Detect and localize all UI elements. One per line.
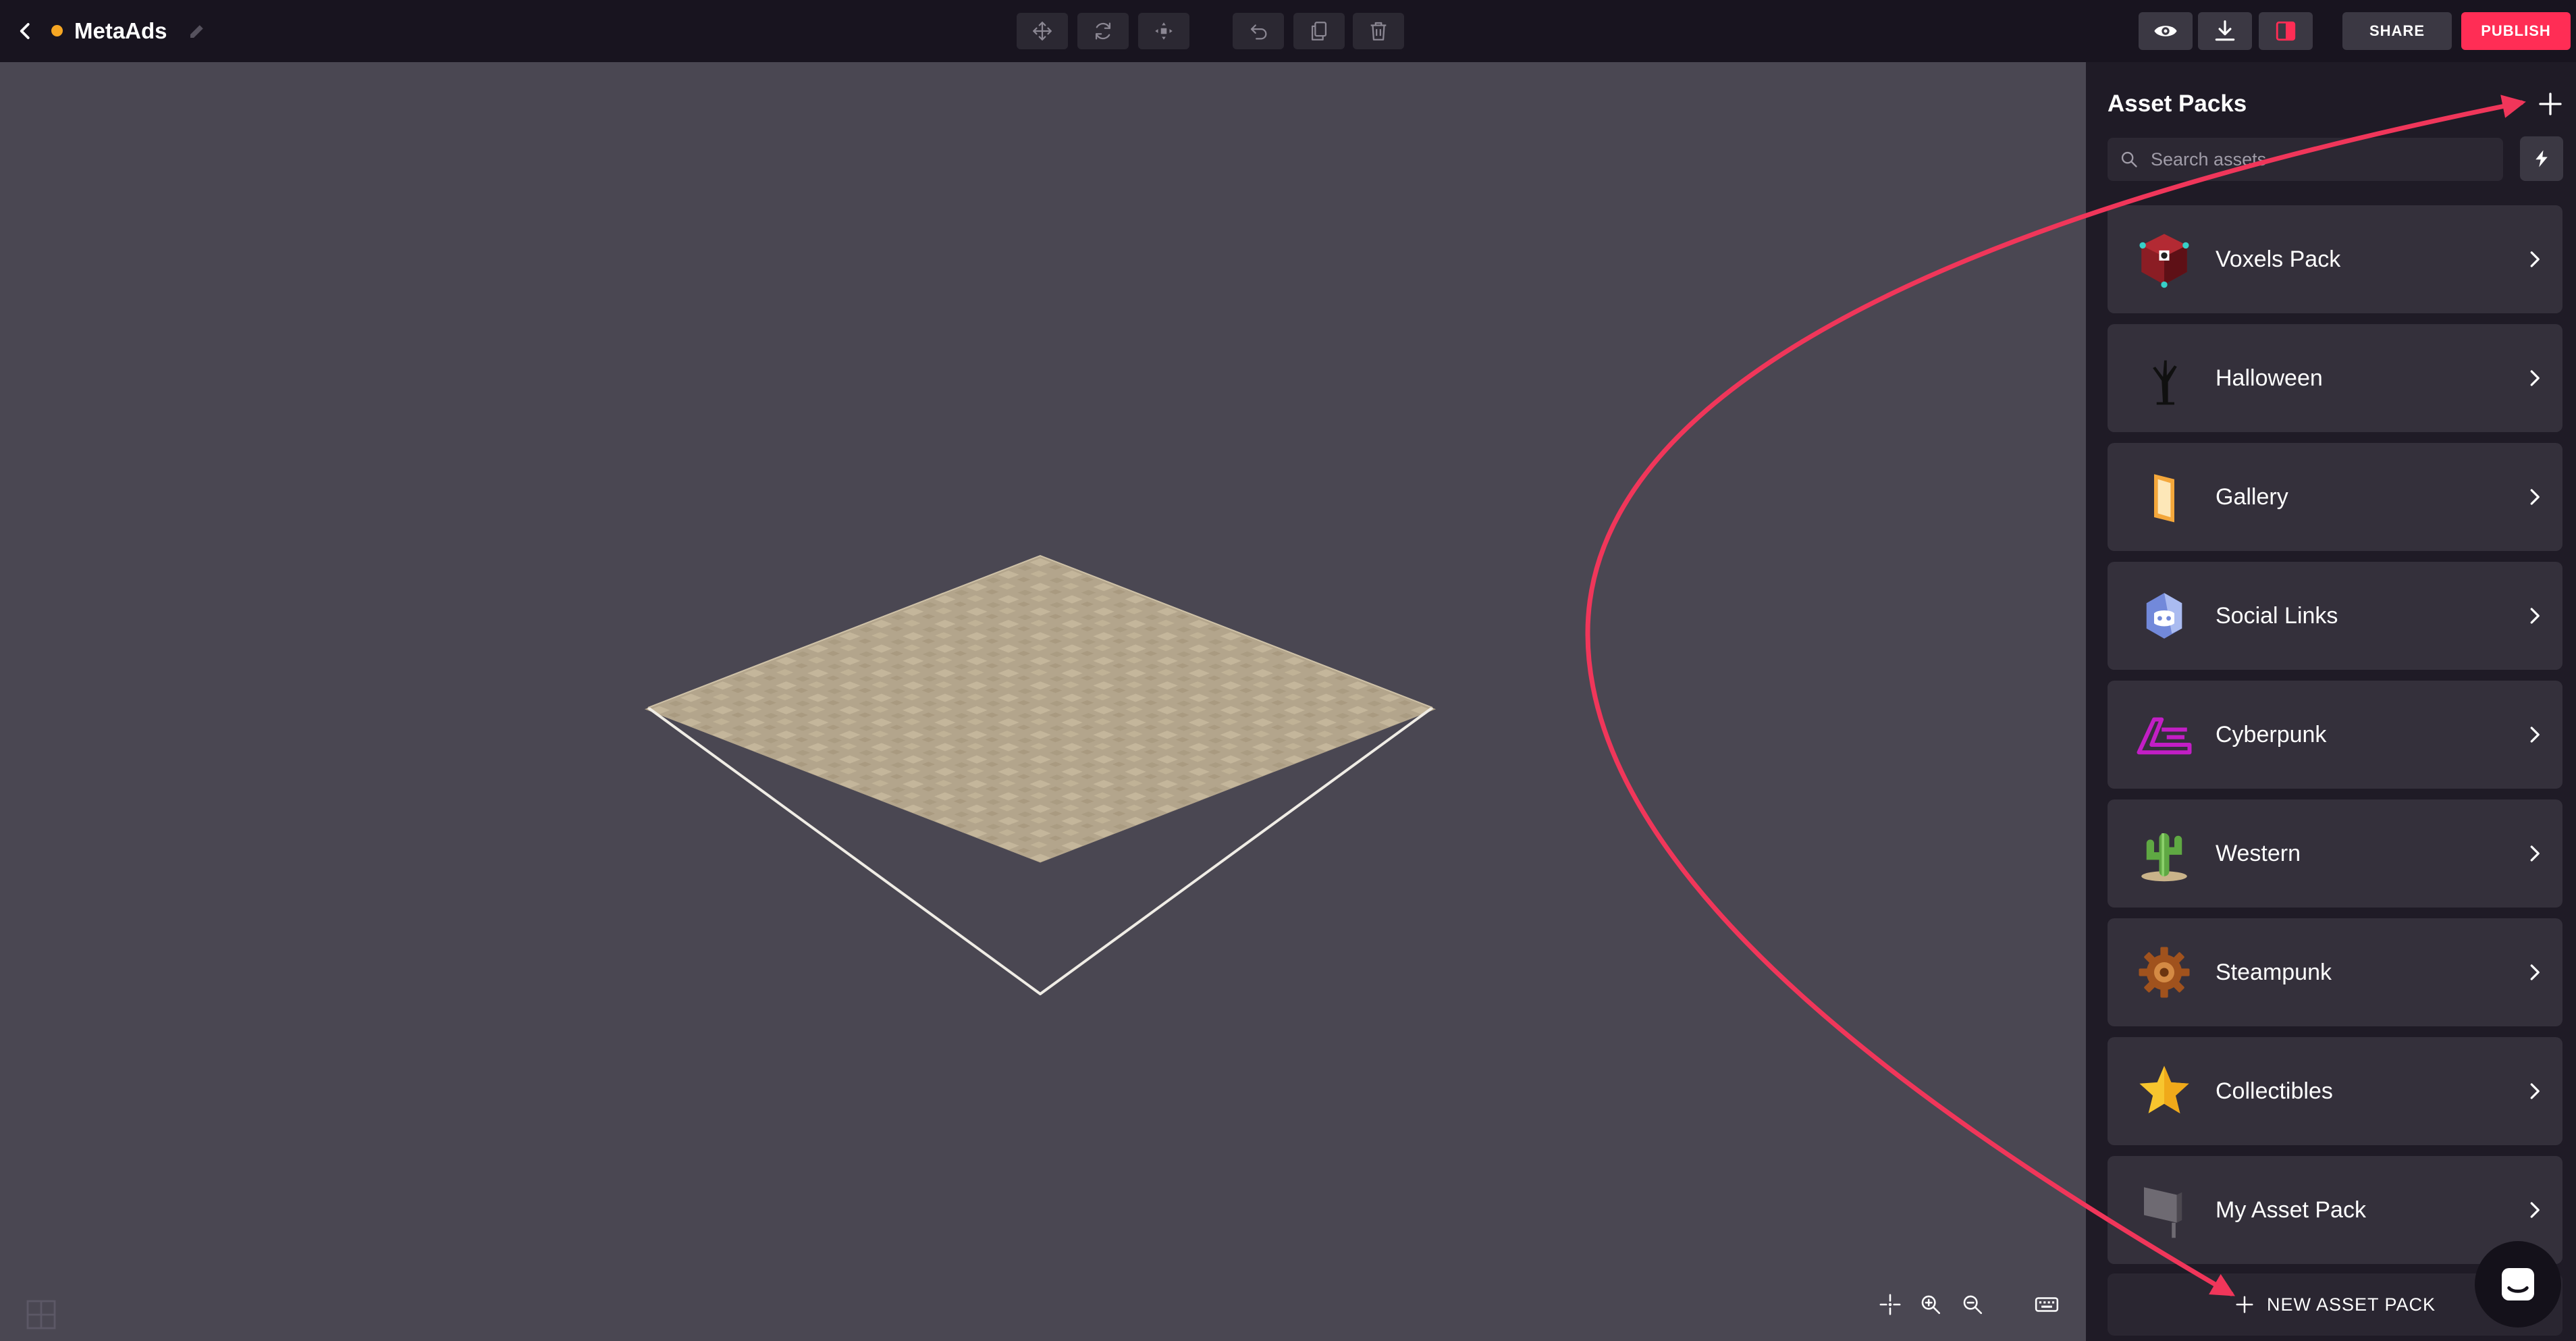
keyboard-icon: [2035, 1297, 2059, 1312]
add-asset-pack-button[interactable]: [2531, 85, 2569, 123]
grid-icon: [26, 1300, 56, 1330]
keyboard-shortcuts-button[interactable]: [2031, 1288, 2063, 1321]
asset-pack-western[interactable]: Western: [2108, 799, 2562, 908]
chevron-right-icon: [2522, 485, 2546, 509]
chat-icon: [2502, 1268, 2534, 1300]
chevron-right-icon: [2522, 841, 2546, 866]
picture-frame-icon: [2132, 465, 2197, 529]
quick-actions-button[interactable]: [2520, 136, 2563, 181]
signboard-icon: [2132, 1178, 2197, 1242]
new-asset-pack-label: NEW ASSET PACK: [2266, 1294, 2436, 1315]
plus-icon: [2236, 1296, 2253, 1313]
chevron-right-icon: [2522, 960, 2546, 984]
pack-label: Cyberpunk: [2216, 722, 2327, 747]
back-button[interactable]: [9, 15, 42, 47]
chevron-right-icon: [2522, 1198, 2546, 1222]
eye-icon: [2154, 26, 2177, 36]
rotate-icon: [1095, 22, 1111, 40]
plus-icon: [2539, 93, 2562, 115]
trash-icon: [1370, 22, 1387, 41]
pack-label: Halloween: [2216, 365, 2323, 391]
lightning-bolt-icon: [2535, 150, 2548, 167]
top-bar: MetaAds SHARE PUBLISH: [0, 0, 2576, 62]
undo-icon: [1250, 24, 1267, 40]
scale-tool-button[interactable]: [1138, 13, 1189, 49]
pack-label: Western: [2216, 841, 2301, 866]
undo-button[interactable]: [1233, 13, 1284, 49]
zoom-out-button[interactable]: [1956, 1288, 1989, 1321]
pack-label: Social Links: [2216, 603, 2338, 629]
cyberpunk-logo-icon: [2132, 702, 2197, 767]
dead-tree-icon: [2132, 346, 2197, 411]
scene-viewport[interactable]: [0, 62, 2086, 1341]
asset-pack-steampunk[interactable]: Steampunk: [2108, 918, 2562, 1026]
pack-label: Gallery: [2216, 484, 2288, 510]
edit-title-button[interactable]: [184, 18, 211, 45]
chevron-right-icon: [2522, 604, 2546, 628]
asset-packs-sidebar: Asset Packs Search assets Voxels Pack Ha…: [2086, 62, 2576, 1341]
duplicate-icon: [1311, 22, 1327, 41]
pack-label: Voxels Pack: [2216, 246, 2341, 272]
crosshair-icon: [1879, 1294, 1901, 1315]
publish-button[interactable]: PUBLISH: [2461, 12, 2571, 50]
support-chat-button[interactable]: [2475, 1241, 2561, 1327]
chevron-right-icon: [2522, 722, 2546, 747]
cactus-icon: [2132, 821, 2197, 886]
asset-pack-cyberpunk[interactable]: Cyberpunk: [2108, 681, 2562, 789]
sidebar-panel-icon: [2276, 21, 2296, 41]
zoom-out-icon: [1963, 1295, 1983, 1315]
search-box: [2108, 138, 2503, 181]
zoom-in-icon: [1921, 1295, 1941, 1315]
search-input[interactable]: [2151, 138, 2495, 181]
duplicate-button[interactable]: [1293, 13, 1345, 49]
share-button[interactable]: SHARE: [2342, 12, 2452, 50]
discord-logo-icon: [2132, 583, 2197, 648]
download-icon: [2215, 20, 2235, 41]
voxel-cube-icon: [2132, 227, 2197, 292]
rotate-tool-button[interactable]: [1077, 13, 1129, 49]
preview-button[interactable]: [2139, 12, 2193, 50]
grid-toggle-button[interactable]: [24, 1298, 58, 1332]
chevron-right-icon: [2522, 1079, 2546, 1103]
pack-label: Steampunk: [2216, 959, 2332, 985]
asset-pack-collectibles[interactable]: Collectibles: [2108, 1037, 2562, 1145]
sidebar-title: Asset Packs: [2108, 90, 2247, 117]
zoom-in-button[interactable]: [1914, 1288, 1947, 1321]
asset-pack-voxels[interactable]: Voxels Pack: [2108, 205, 2562, 313]
asset-pack-halloween[interactable]: Halloween: [2108, 324, 2562, 432]
asset-pack-social-links[interactable]: Social Links: [2108, 562, 2562, 670]
chevron-right-icon: [2522, 247, 2546, 271]
star-icon: [2132, 1059, 2197, 1124]
chevron-left-icon: [20, 23, 30, 39]
center-camera-button[interactable]: [1874, 1288, 1906, 1321]
download-button[interactable]: [2198, 12, 2252, 50]
ground-plane[interactable]: [0, 62, 2086, 1341]
gear-icon: [2132, 940, 2197, 1005]
unsaved-indicator-dot: [51, 25, 63, 36]
scale-icon: [1155, 22, 1173, 40]
search-icon: [2121, 151, 2137, 167]
toggle-sidebar-button[interactable]: [2259, 12, 2313, 50]
project-title: MetaAds: [74, 18, 167, 43]
move-icon: [1033, 22, 1052, 41]
pack-label: Collectibles: [2216, 1078, 2333, 1104]
asset-pack-gallery[interactable]: Gallery: [2108, 443, 2562, 551]
pencil-icon: [190, 25, 203, 38]
pack-label: My Asset Pack: [2216, 1197, 2366, 1223]
move-tool-button[interactable]: [1017, 13, 1068, 49]
chevron-right-icon: [2522, 366, 2546, 390]
delete-button[interactable]: [1353, 13, 1404, 49]
